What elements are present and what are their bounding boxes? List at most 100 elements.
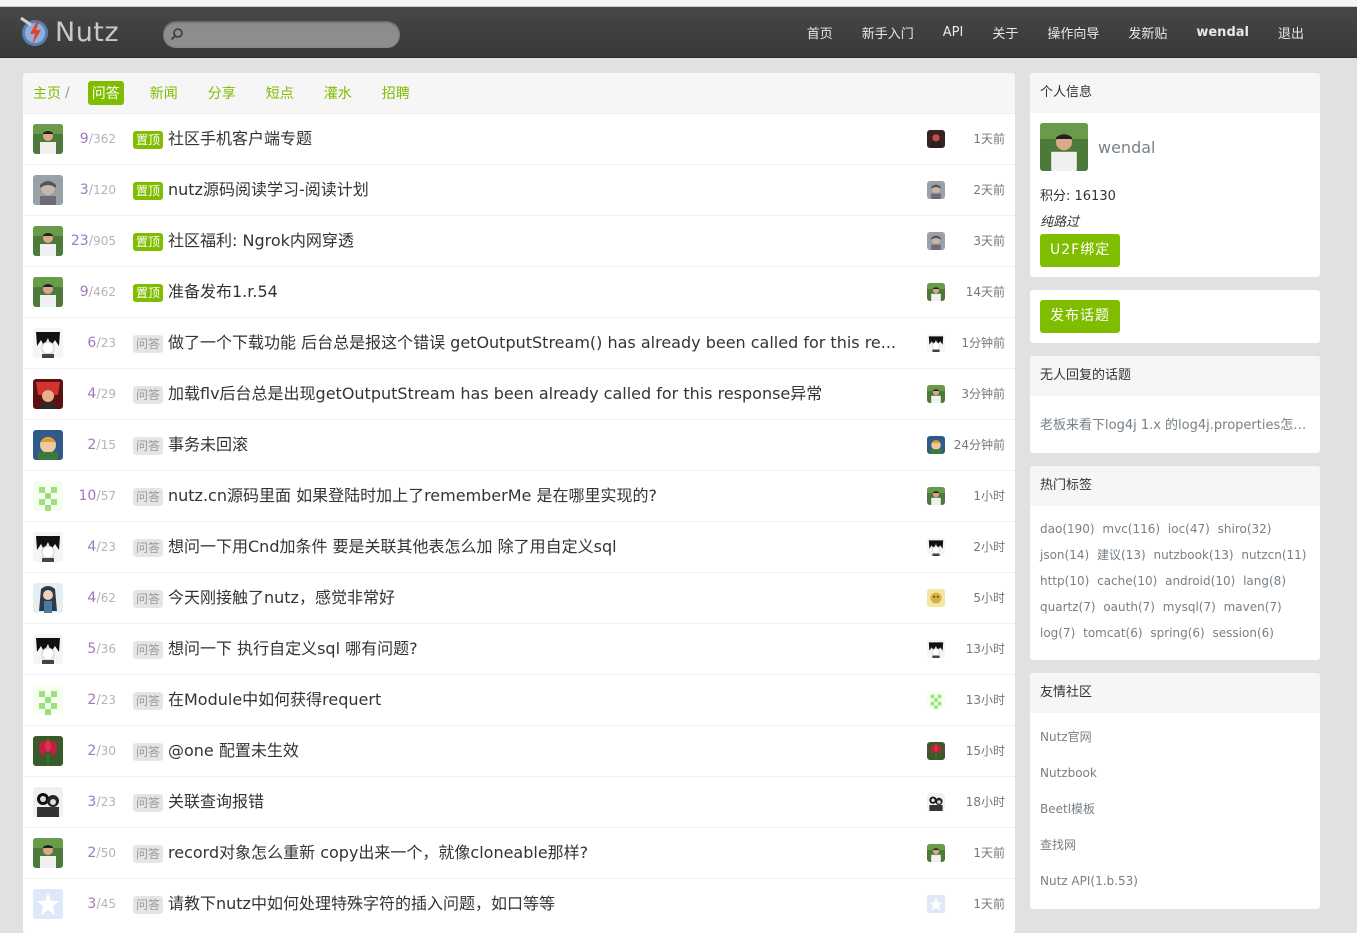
- last-reply-avatar[interactable]: [927, 385, 945, 403]
- author-avatar[interactable]: [33, 838, 63, 868]
- topic-title-link[interactable]: 想问一下用Cnd加条件 要是关联其他表怎么加 除了用自定义sql: [168, 522, 617, 572]
- hot-tag-link[interactable]: ioc(47): [1168, 522, 1210, 536]
- hot-tag-link[interactable]: session(6): [1213, 626, 1274, 640]
- tab-news[interactable]: 新闻: [146, 81, 182, 105]
- author-avatar[interactable]: [33, 889, 63, 919]
- topic-title-link[interactable]: 想问一下 执行自定义sql 哪有问题?: [168, 624, 418, 674]
- topic-row[interactable]: 9/362 置顶 社区手机客户端专题 1天前: [23, 113, 1015, 164]
- hot-tag-link[interactable]: 建议(13): [1097, 548, 1146, 562]
- topic-title-link[interactable]: 准备发布1.r.54: [168, 267, 278, 317]
- hot-tag-link[interactable]: nutzbook(13): [1153, 548, 1233, 562]
- topic-title-link[interactable]: 事务未回滚: [168, 420, 248, 470]
- topic-title-link[interactable]: 今天刚接触了nutz，感觉非常好: [168, 573, 395, 623]
- author-avatar[interactable]: [33, 736, 63, 766]
- last-reply-avatar[interactable]: [927, 793, 945, 811]
- last-reply-avatar[interactable]: [927, 283, 945, 301]
- author-avatar[interactable]: [33, 328, 63, 358]
- topic-row[interactable]: 23/905 置顶 社区福利: Ngrok内网穿透 3天前: [23, 215, 1015, 266]
- author-avatar[interactable]: [33, 226, 63, 256]
- topic-title-link[interactable]: 社区手机客户端专题: [168, 114, 312, 164]
- hot-tag-link[interactable]: log(7): [1040, 626, 1075, 640]
- hot-tag-link[interactable]: oauth(7): [1103, 600, 1155, 614]
- noreply-topic-link[interactable]: 老板来看下log4j 1.x 的log4j.properties怎么配置: [1030, 396, 1320, 453]
- tab-jobs[interactable]: 招聘: [378, 81, 414, 105]
- user-avatar[interactable]: [1040, 123, 1088, 171]
- hot-tag-link[interactable]: android(10): [1165, 574, 1235, 588]
- friend-site-link[interactable]: Nutz官网: [1040, 719, 1310, 755]
- topic-title-link[interactable]: 社区福利: Ngrok内网穿透: [168, 216, 354, 266]
- hot-tag-link[interactable]: json(14): [1040, 548, 1089, 562]
- search-input[interactable]: [163, 21, 400, 48]
- topic-row[interactable]: 3/23 问答 关联查询报错 18小时: [23, 776, 1015, 827]
- topic-title-link[interactable]: nutz源码阅读学习-阅读计划: [168, 165, 369, 215]
- topic-row[interactable]: 5/36 问答 想问一下 执行自定义sql 哪有问题? 13小时: [23, 623, 1015, 674]
- friend-site-link[interactable]: Nutz API(1.b.53): [1040, 863, 1310, 899]
- author-avatar[interactable]: [33, 277, 63, 307]
- author-avatar[interactable]: [33, 124, 63, 154]
- author-avatar[interactable]: [33, 532, 63, 562]
- author-avatar[interactable]: [33, 685, 63, 715]
- hot-tag-link[interactable]: tomcat(6): [1083, 626, 1142, 640]
- topic-row[interactable]: 6/23 问答 做了一个下载功能 后台总是报这个错误 getOutputStream…: [23, 317, 1015, 368]
- hot-tag-link[interactable]: nutzcn(11): [1241, 548, 1306, 562]
- last-reply-avatar[interactable]: [927, 130, 945, 148]
- author-avatar[interactable]: [33, 430, 63, 460]
- topic-title-link[interactable]: 关联查询报错: [168, 777, 264, 827]
- topic-row[interactable]: 9/462 置顶 准备发布1.r.54 14天前: [23, 266, 1015, 317]
- friend-site-link[interactable]: 查找网: [1040, 827, 1310, 863]
- tab-chat[interactable]: 灌水: [320, 81, 356, 105]
- hot-tag-link[interactable]: quartz(7): [1040, 600, 1096, 614]
- nav-about[interactable]: 关于: [992, 23, 1018, 42]
- nav-api[interactable]: API: [943, 25, 964, 40]
- hot-tag-link[interactable]: http(10): [1040, 574, 1089, 588]
- hot-tag-link[interactable]: mvc(116): [1102, 522, 1160, 536]
- topic-row[interactable]: 3/45 问答 请教下nutz中如何处理特殊字符的插入问题，如口等等 1天前: [23, 878, 1015, 929]
- hot-tag-link[interactable]: maven(7): [1224, 600, 1282, 614]
- hot-tag-link[interactable]: lang(8): [1243, 574, 1286, 588]
- topic-title-link[interactable]: 做了一个下载功能 后台总是报这个错误 getOutputStream() has…: [168, 318, 896, 368]
- last-reply-avatar[interactable]: [927, 487, 945, 505]
- author-avatar[interactable]: [33, 379, 63, 409]
- user-name-link[interactable]: wendal: [1098, 138, 1155, 157]
- hot-tag-link[interactable]: mysql(7): [1163, 600, 1216, 614]
- last-reply-avatar[interactable]: [927, 181, 945, 199]
- hot-tag-link[interactable]: shiro(32): [1218, 522, 1272, 536]
- last-reply-avatar[interactable]: [927, 895, 945, 913]
- friend-site-link[interactable]: Nutzbook: [1040, 755, 1310, 791]
- topic-title-link[interactable]: 请教下nutz中如何处理特殊字符的插入问题，如口等等: [168, 879, 555, 929]
- last-reply-avatar[interactable]: [927, 691, 945, 709]
- author-avatar[interactable]: [33, 634, 63, 664]
- last-reply-avatar[interactable]: [927, 589, 945, 607]
- nav-home[interactable]: 首页: [807, 23, 833, 42]
- author-avatar[interactable]: [33, 583, 63, 613]
- topic-row[interactable]: 10/57 问答 nutz.cn源码里面 如果登陆时加上了rememberMe 是在…: [23, 470, 1015, 521]
- topic-title-link[interactable]: 加载flv后台总是出现getOutputStream has been alre…: [168, 369, 822, 419]
- topic-row[interactable]: 4/29 问答 加载flv后台总是出现getOutputStream has bee…: [23, 368, 1015, 419]
- post-topic-button[interactable]: 发布话题: [1040, 300, 1120, 333]
- topic-row[interactable]: 2/30 问答 @one 配置未生效 15小时: [23, 725, 1015, 776]
- last-reply-avatar[interactable]: [927, 232, 945, 250]
- last-reply-avatar[interactable]: [927, 640, 945, 658]
- topic-row[interactable]: 4/23 问答 想问一下用Cnd加条件 要是关联其他表怎么加 除了用自定义sql 2小…: [23, 521, 1015, 572]
- author-avatar[interactable]: [33, 481, 63, 511]
- u2f-bind-button[interactable]: U2F绑定: [1040, 234, 1121, 267]
- topic-row[interactable]: 4/62 问答 今天刚接触了nutz，感觉非常好 5小时: [23, 572, 1015, 623]
- last-reply-avatar[interactable]: [927, 742, 945, 760]
- hot-tag-link[interactable]: cache(10): [1097, 574, 1157, 588]
- hot-tag-link[interactable]: spring(6): [1150, 626, 1204, 640]
- nav-new-post[interactable]: 发新贴: [1128, 23, 1167, 42]
- tab-ask[interactable]: 问答: [87, 81, 124, 105]
- topic-title-link[interactable]: nutz.cn源码里面 如果登陆时加上了rememberMe 是在哪里实现的?: [168, 471, 657, 521]
- hot-tag-link[interactable]: dao(190): [1040, 522, 1095, 536]
- nav-user[interactable]: wendal: [1196, 25, 1249, 40]
- last-reply-avatar[interactable]: [927, 538, 945, 556]
- author-avatar[interactable]: [33, 175, 63, 205]
- tab-short[interactable]: 短点: [262, 81, 298, 105]
- nav-guide[interactable]: 操作向导: [1047, 23, 1099, 42]
- topic-row[interactable]: 2/23 问答 在Module中如何获得requert 13小时: [23, 674, 1015, 725]
- last-reply-avatar[interactable]: [927, 844, 945, 862]
- author-avatar[interactable]: [33, 787, 63, 817]
- topic-row[interactable]: 3/120 置顶 nutz源码阅读学习-阅读计划 2天前: [23, 164, 1015, 215]
- topic-row[interactable]: 2/15 问答 事务未回滚 24分钟前: [23, 419, 1015, 470]
- topic-row[interactable]: 2/50 问答 record对象怎么重新 copy出来一个，就像cloneable那…: [23, 827, 1015, 878]
